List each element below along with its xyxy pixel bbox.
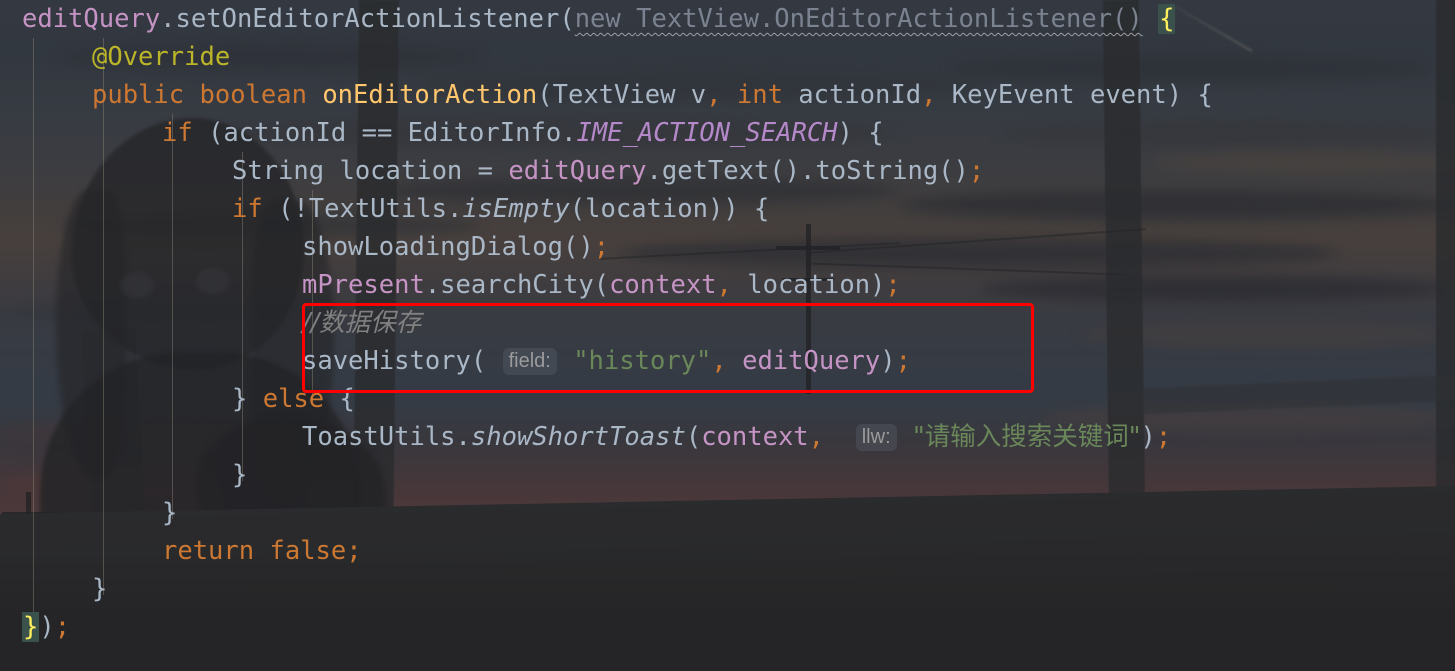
code-token: saveHistory(	[302, 346, 487, 376]
code-line[interactable]: saveHistory( field: "history", editQuery…	[0, 342, 1455, 380]
code-token: (!TextUtils.	[262, 194, 463, 224]
code-token: new	[574, 4, 637, 34]
code-token: (location)) {	[569, 194, 770, 224]
code-text-area[interactable]: editQuery.setOnEditorActionListener(new …	[0, 0, 1455, 671]
code-token: }	[232, 460, 248, 490]
code-token: @Override	[92, 42, 231, 72]
code-token: ,	[716, 270, 732, 300]
code-line[interactable]: ToastUtils.showShortToast(context, llw: …	[0, 418, 1455, 456]
code-line[interactable]: return false;	[0, 532, 1455, 570]
code-token: "history"	[573, 346, 712, 376]
code-token: .getText().toString()	[646, 156, 969, 186]
code-token: ;	[1155, 422, 1172, 452]
code-token: ;	[895, 346, 911, 376]
code-token: }	[22, 612, 40, 642]
code-token: showLoadingDialog()	[302, 232, 594, 262]
code-token: editQuery	[22, 4, 161, 34]
code-token: boolean	[199, 80, 307, 110]
code-token: KeyEvent event) {	[936, 80, 1213, 110]
code-token: location)	[731, 270, 886, 300]
code-token: )	[39, 612, 55, 642]
code-token: ,	[921, 80, 937, 110]
code-line[interactable]: //数据保存	[0, 304, 1455, 342]
code-token: showShortToast	[470, 422, 686, 452]
code-token: context	[701, 422, 809, 452]
code-token: )	[1140, 422, 1156, 452]
code-token: onEditorAction	[322, 80, 538, 110]
code-line[interactable]: public boolean onEditorAction(TextView v…	[0, 76, 1455, 114]
code-token: ) {	[837, 118, 884, 148]
code-line[interactable]: }	[0, 570, 1455, 608]
code-token: ;	[885, 270, 901, 300]
code-token: IME_ACTION_SEARCH	[576, 118, 838, 148]
code-token: ;	[593, 232, 610, 262]
code-token: }	[162, 498, 178, 528]
code-token: if	[232, 194, 263, 224]
code-token: ;	[54, 612, 71, 642]
code-token: actionId	[782, 80, 922, 110]
code-line[interactable]: showLoadingDialog();	[0, 228, 1455, 266]
code-token: mPresent	[302, 270, 425, 300]
code-token: ,	[808, 422, 825, 452]
code-line[interactable]: if (actionId == EditorInfo.IME_ACTION_SE…	[0, 114, 1455, 152]
code-token: int	[736, 80, 783, 110]
code-line[interactable]: }	[0, 494, 1455, 532]
code-token: (	[685, 422, 702, 452]
code-token: editQuery	[742, 346, 881, 376]
code-token: .searchCity(	[424, 270, 610, 300]
code-token: }	[92, 574, 108, 604]
code-token: ToastUtils.	[302, 422, 471, 452]
code-token: )	[880, 346, 896, 376]
code-token: isEmpty	[462, 194, 570, 224]
code-token: public	[92, 80, 185, 110]
code-token: String location =	[232, 156, 509, 186]
code-token: //数据保存	[302, 308, 422, 338]
code-token: TextView.OnEditorActionListener()	[636, 4, 1143, 34]
code-token: if	[162, 118, 193, 148]
code-token: return	[162, 536, 255, 566]
code-line[interactable]: if (!TextUtils.isEmpty(location)) {	[0, 190, 1455, 228]
code-line[interactable]: }	[0, 456, 1455, 494]
code-token: editQuery	[508, 156, 647, 186]
code-line[interactable]: editQuery.setOnEditorActionListener(new …	[0, 0, 1455, 38]
code-token: ;	[346, 536, 362, 566]
code-token: }	[232, 384, 263, 414]
code-token: {	[324, 384, 355, 414]
code-token: {	[1158, 4, 1176, 34]
code-token: (actionId == EditorInfo.	[192, 118, 577, 148]
code-token: ;	[968, 156, 985, 186]
code-token: .	[160, 4, 176, 34]
code-line[interactable]: @Override	[0, 38, 1455, 76]
code-token: (	[537, 80, 553, 110]
code-token: ,	[711, 346, 727, 376]
code-token: else	[262, 384, 325, 414]
code-line[interactable]: mPresent.searchCity(context, location);	[0, 266, 1455, 304]
code-token: (	[559, 4, 575, 34]
code-editor-screenshot: editQuery.setOnEditorActionListener(new …	[0, 0, 1455, 671]
code-token: field:	[502, 348, 557, 375]
code-line[interactable]: String location = editQuery.getText().to…	[0, 152, 1455, 190]
code-line[interactable]: });	[0, 608, 1455, 646]
code-token: context	[609, 270, 717, 300]
code-token: llw:	[855, 424, 897, 451]
code-token: ,	[706, 80, 722, 110]
code-token: TextView v	[552, 80, 707, 110]
code-line[interactable]: } else {	[0, 380, 1455, 418]
code-token: setOnEditorActionListener	[175, 4, 560, 34]
code-token: false	[269, 536, 347, 566]
code-token: "请输入搜索关键词"	[912, 422, 1141, 452]
